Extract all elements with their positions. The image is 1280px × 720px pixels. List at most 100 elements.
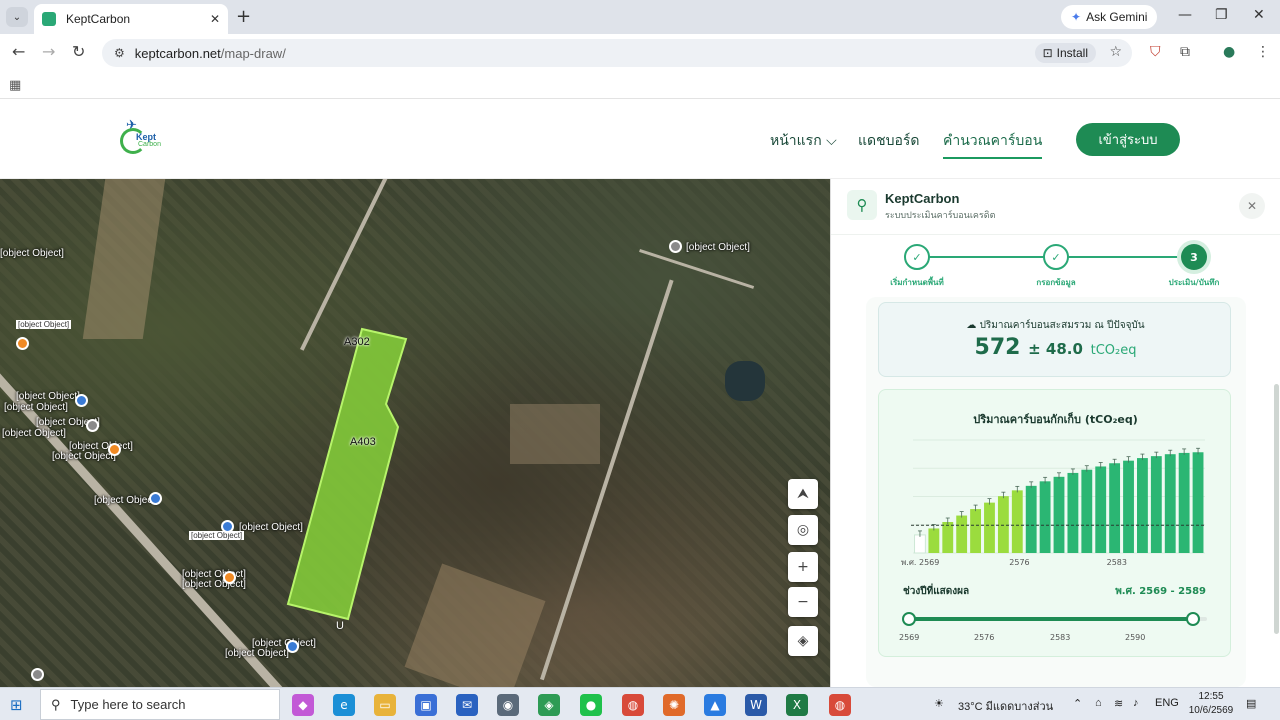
profile-avatar-icon[interactable]: ●: [1223, 44, 1235, 60]
chart-bar[interactable]: [984, 502, 995, 553]
network-icon[interactable]: ⌂: [1095, 697, 1102, 709]
chart-bar[interactable]: [1025, 485, 1037, 553]
outlook-icon[interactable]: ✉: [456, 694, 478, 716]
slider-thumb-end[interactable]: [1185, 612, 1200, 626]
notification-icon[interactable]: ▤: [1246, 697, 1256, 710]
poi-pin-icon[interactable]: [75, 394, 88, 407]
ask-gemini-button[interactable]: ✦ Ask Gemini: [1061, 5, 1158, 29]
weather-text[interactable]: 33°C มีแดดบางส่วน: [958, 697, 1053, 715]
poi-pin-icon[interactable]: [669, 240, 682, 253]
chart-bar[interactable]: [1067, 472, 1079, 553]
locate-button[interactable]: ◎: [788, 515, 818, 545]
install-button[interactable]: ⊡ Install: [1034, 43, 1096, 63]
chrome-icon[interactable]: ◍: [622, 694, 644, 716]
wifi-icon[interactable]: ≋: [1114, 697, 1123, 710]
poi-pin-icon[interactable]: [286, 640, 299, 653]
app-icon[interactable]: ◈: [538, 694, 560, 716]
poi-pin-icon[interactable]: [223, 571, 236, 584]
step-3-dot[interactable]: 3: [1181, 244, 1207, 270]
zoom-out-button[interactable]: −: [788, 587, 818, 617]
bookmark-star-icon[interactable]: ☆: [1109, 44, 1122, 60]
url-text: keptcarbon.net/map-draw/: [134, 45, 286, 61]
tab-search-icon[interactable]: ⌄: [6, 7, 28, 27]
chart-bar[interactable]: [914, 534, 926, 554]
back-icon[interactable]: ←: [12, 42, 25, 61]
carbon-bar-chart: พ.ศ. 2569 2576 2583: [901, 439, 1205, 567]
chart-bar[interactable]: [1178, 452, 1190, 553]
chart-bar[interactable]: [1123, 460, 1134, 553]
taskbar-search[interactable]: ⚲ Type here to search: [40, 689, 280, 720]
plot-polygon-a403[interactable]: [286, 327, 408, 621]
poi-pin-icon[interactable]: [221, 520, 234, 533]
windows-start-icon[interactable]: ⊞: [10, 696, 23, 714]
chart-bar[interactable]: [1192, 452, 1204, 553]
store-icon[interactable]: ▣: [415, 694, 437, 716]
close-window-button[interactable]: ✕: [1253, 7, 1265, 23]
chart-bar[interactable]: [1011, 490, 1023, 553]
tab-close-icon[interactable]: ✕: [210, 12, 220, 26]
maximize-button[interactable]: ❐: [1215, 7, 1228, 23]
site-header: ✈ Kept Carbon หน้าแรก ⌵ แดชบอร์ด คำนวณคา…: [0, 100, 1280, 179]
reload-icon[interactable]: ↻: [72, 42, 85, 61]
poi-pin-icon[interactable]: [108, 443, 121, 456]
apps-grid-icon[interactable]: ▦: [9, 78, 21, 93]
chart-bar[interactable]: [1137, 458, 1148, 553]
poi-pin-icon[interactable]: [31, 668, 44, 681]
step-1-dot[interactable]: ✓: [904, 244, 930, 270]
chart-bar[interactable]: [928, 528, 940, 553]
poi-pin-icon[interactable]: [86, 419, 99, 432]
browser-menu-icon[interactable]: ⋮: [1256, 44, 1270, 60]
panel-close-button[interactable]: ✕: [1239, 193, 1265, 219]
chart-bar[interactable]: [970, 509, 981, 553]
extensions-puzzle-icon[interactable]: ⧉: [1180, 44, 1190, 60]
chart-bar[interactable]: [1095, 466, 1107, 553]
camera-icon[interactable]: ◉: [497, 694, 519, 716]
chart-bar[interactable]: [997, 496, 1009, 553]
nav-carbon-calculator[interactable]: คำนวณคาร์บอน: [943, 130, 1043, 159]
language-indicator[interactable]: ENG: [1155, 697, 1179, 709]
satellite-map[interactable]: A302 A403 U [object Object] [object Obje…: [0, 179, 830, 687]
compass-button[interactable]: ⮝: [788, 479, 818, 509]
chart-bar[interactable]: [1039, 481, 1051, 553]
login-button[interactable]: เข้าสู่ระบบ: [1076, 123, 1180, 156]
taskbar-clock[interactable]: 12:55 10/6/2569: [1186, 690, 1236, 718]
layers-button[interactable]: ◈: [788, 626, 818, 656]
minimize-button[interactable]: —: [1178, 7, 1192, 23]
word-icon[interactable]: W: [745, 694, 767, 716]
browser-tab[interactable]: KeptCarbon ✕: [34, 4, 228, 34]
panel-scrollbar[interactable]: [1274, 384, 1279, 634]
new-tab-button[interactable]: +: [236, 6, 251, 27]
zoom-in-button[interactable]: +: [788, 552, 818, 582]
poi-pin-icon[interactable]: [149, 492, 162, 505]
chart-bar[interactable]: [1081, 469, 1093, 553]
step-2-dot[interactable]: ✓: [1043, 244, 1069, 270]
extension-icon[interactable]: ⛉: [1150, 44, 1161, 60]
chart-bar[interactable]: [1150, 456, 1162, 553]
chart-bar[interactable]: [1053, 476, 1065, 553]
edge-icon[interactable]: e: [333, 694, 355, 716]
volume-icon[interactable]: ♪: [1133, 697, 1139, 709]
line-icon[interactable]: ●: [580, 694, 602, 716]
copilot-icon[interactable]: ◆: [292, 694, 314, 716]
file-explorer-icon[interactable]: ▭: [374, 694, 396, 716]
year-range-slider[interactable]: [902, 612, 1207, 626]
chart-bar[interactable]: [956, 515, 968, 553]
chart-bar[interactable]: [1164, 454, 1176, 553]
poi-pin-icon[interactable]: [16, 337, 29, 350]
excel-icon[interactable]: X: [786, 694, 808, 716]
forward-icon[interactable]: →: [42, 42, 55, 61]
nav-home[interactable]: หน้าแรก ⌵: [770, 130, 837, 152]
address-bar[interactable]: ⚙ keptcarbon.net/map-draw/ ⊡ Install ☆: [102, 39, 1132, 67]
nav-dashboard[interactable]: แดชบอร์ด: [858, 130, 920, 152]
tray-chevron-icon[interactable]: ⌃: [1073, 697, 1082, 710]
weather-icon[interactable]: ☀: [934, 697, 944, 710]
chart-bar[interactable]: [1109, 463, 1121, 553]
app-burst-icon[interactable]: ✺: [663, 694, 685, 716]
keptcarbon-logo[interactable]: ✈ Kept Carbon: [118, 118, 162, 158]
chart-bar[interactable]: [942, 522, 954, 553]
panel-header: ⚲ KeptCarbon ระบบประเมินคาร์บอนเครดิต ✕: [831, 179, 1280, 235]
site-info-icon[interactable]: ⚙: [114, 46, 125, 60]
chrome-active-icon[interactable]: ◍: [829, 694, 851, 716]
slider-thumb-start[interactable]: [902, 612, 916, 626]
photos-icon[interactable]: ▲: [704, 694, 726, 716]
